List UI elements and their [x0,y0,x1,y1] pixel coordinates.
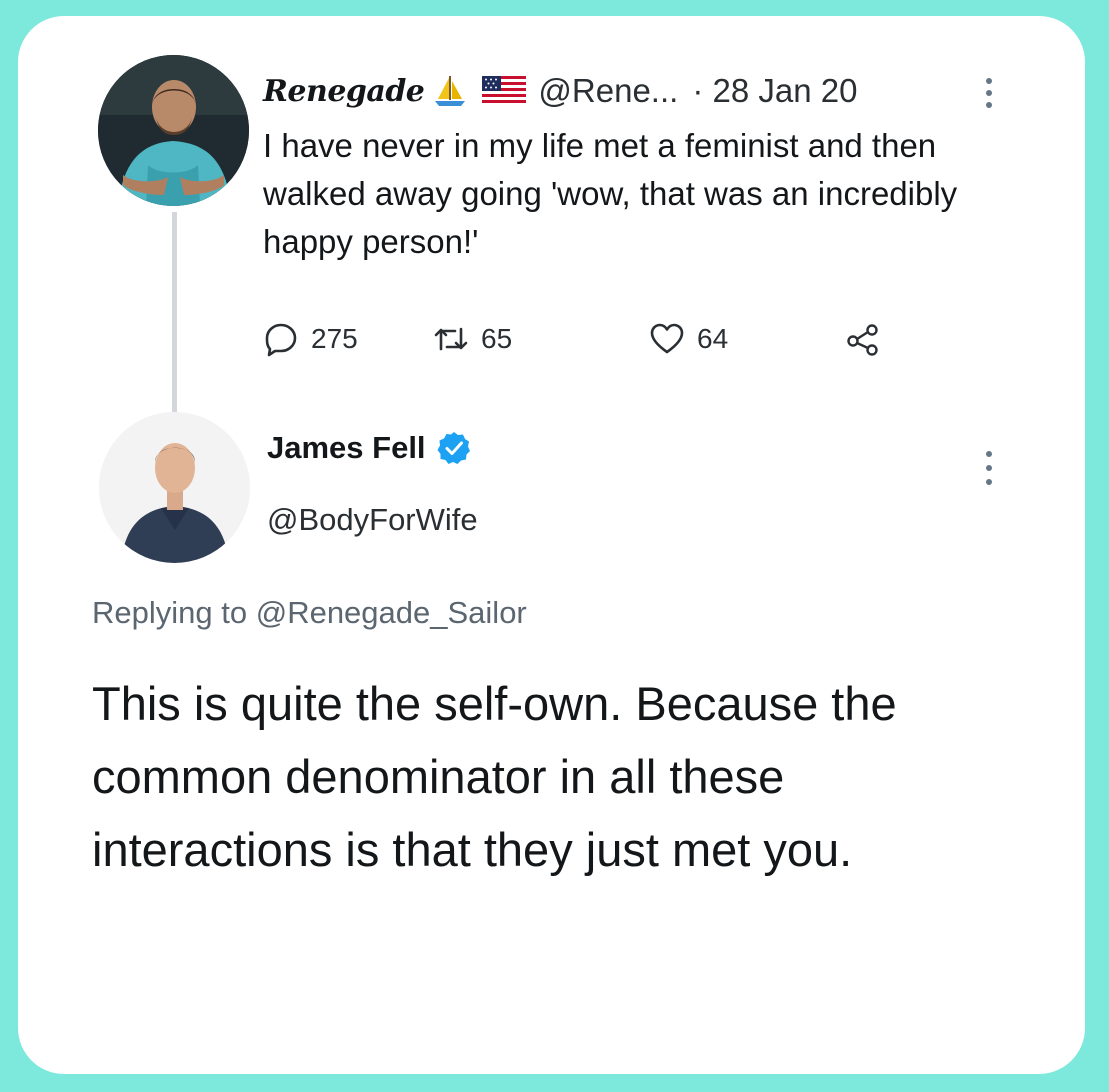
share-icon [847,324,878,356]
renegade-handle[interactable]: @Rene... [538,72,678,110]
more-options-icon[interactable] [986,451,994,485]
sailboat-icon [435,76,466,106]
thread-connector-line [172,212,177,413]
retweet-icon [434,327,468,351]
verified-badge-icon [437,432,470,464]
retweet-button[interactable]: 65 [433,321,649,357]
like-count: 64 [697,323,729,354]
reply-count: 275 [311,323,358,354]
tweet-actions-bar: 275 65 64 [263,314,881,364]
us-flag-icon [482,76,527,106]
james-fell-handle[interactable]: @BodyForWife [267,502,478,538]
james-fell-avatar[interactable] [99,412,250,563]
james-fell-name-row: James Fell [267,430,472,466]
tweet-date[interactable]: · 28 Jan 20 [692,72,857,110]
renegade-avatar[interactable] [98,55,249,206]
more-options-icon[interactable] [986,78,994,108]
reply-tweet-text: This is quite the self-own. Because the … [92,677,897,876]
reply-button[interactable]: 275 [263,321,433,357]
reply-icon [265,323,297,357]
replying-to-mention-link[interactable]: @Renegade_Sailor [256,595,527,630]
share-button[interactable] [845,321,881,357]
like-button[interactable]: 64 [649,321,845,357]
replying-to-line: Replying to @Renegade_Sailor [92,595,527,631]
tweet-thread-card: Renegade @Rene... · 28 Jan 20 I have nev… [18,16,1085,1074]
like-icon [650,323,684,354]
original-tweet-text: I have never in my life met a feminist a… [263,127,958,260]
replying-to-prefix: Replying to [92,595,248,630]
original-tweet-header: Renegade @Rene... · 28 Jan 20 [263,66,857,116]
retweet-count: 65 [481,323,513,354]
james-fell-display-name[interactable]: James Fell [267,430,426,466]
renegade-display-name[interactable]: Renegade [263,74,425,109]
